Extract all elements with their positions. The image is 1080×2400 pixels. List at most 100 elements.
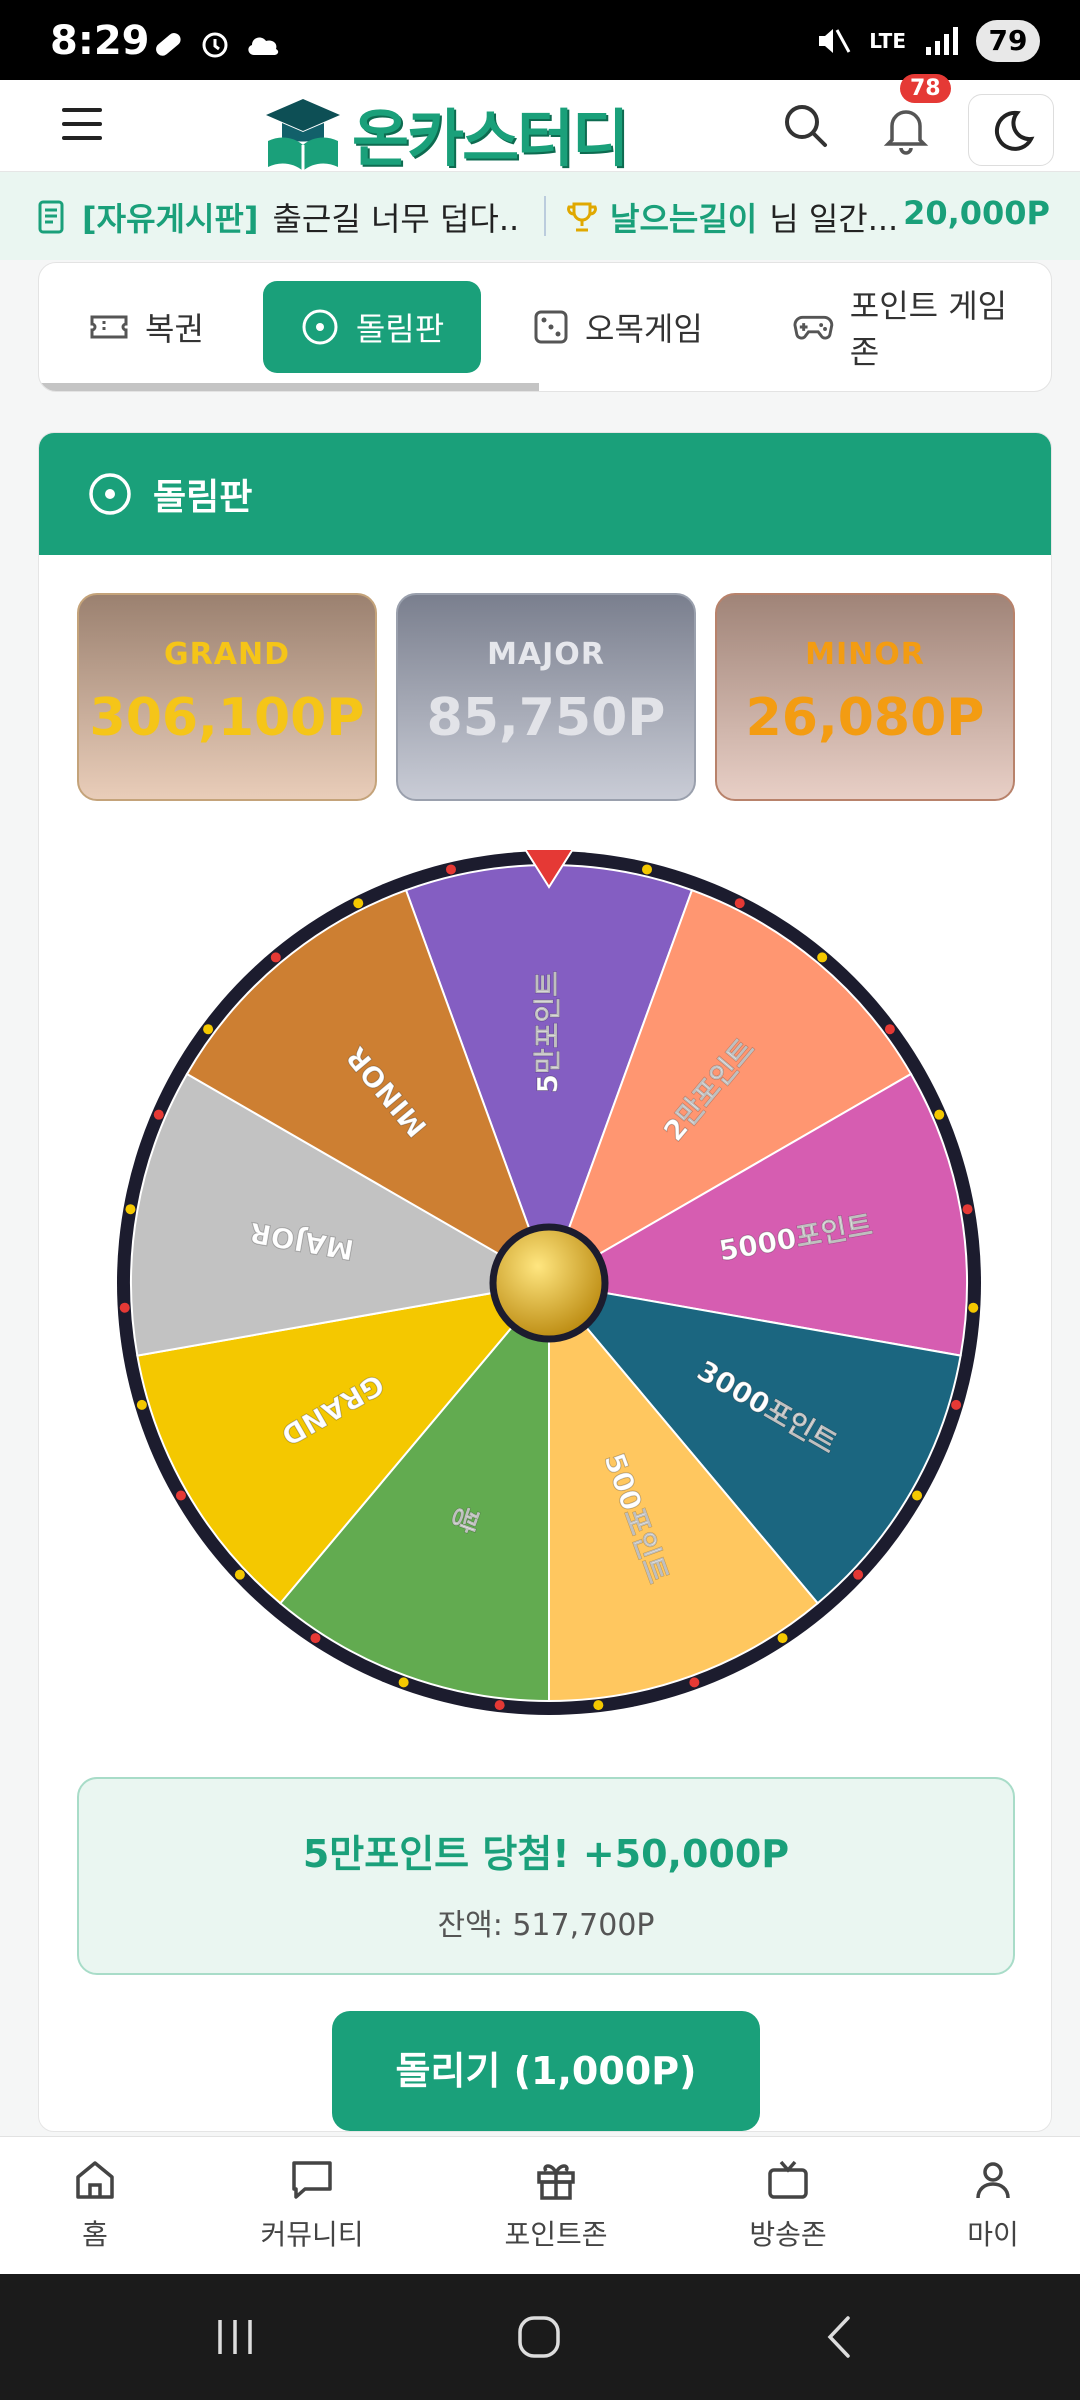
chat-icon — [292, 2161, 332, 2199]
tab-label: 오목게임 — [585, 310, 703, 348]
nav-label: 방송존 — [749, 2218, 827, 2251]
roulette-wheel[interactable]: 5만포인트 2만포인트 5000포인트 3000포인트 500포인트 꽝 GRAND MAJO… — [99, 833, 999, 1733]
wheel-rim-light — [951, 1399, 962, 1410]
wheel-rim-light — [734, 898, 745, 909]
tab-label: 복권 — [145, 310, 204, 348]
cloud-icon — [248, 37, 279, 55]
ticker-winner-suffix: 님 일간... — [769, 200, 899, 238]
nav-label: 커뮤니티 — [260, 2218, 364, 2251]
wheel-rim-light — [125, 1204, 136, 1215]
wheel-rim-light — [689, 1677, 700, 1688]
tab-omok[interactable]: 오목게임 — [513, 281, 723, 373]
wheel-rim-light — [912, 1490, 923, 1501]
user-icon — [976, 2162, 1010, 2199]
wheel-graphic: 5만포인트 2만포인트5000포인트3000포인트500포인트꽝GRANDMAJO… — [117, 848, 981, 1715]
nav-label: 포인트존 — [504, 2218, 608, 2251]
ticker-post-title: 출근길 너무 덥다.. — [272, 200, 520, 238]
wheel-rim-light — [119, 1302, 130, 1313]
status-bar: 8:29 LTE 79 — [0, 0, 1080, 80]
tab-point-gamezone[interactable]: 포인트 게임존 — [773, 281, 1051, 373]
status-left-icons — [150, 26, 284, 62]
ticker-post[interactable]: [자유게시판] 출근길 너무 덥다.. — [36, 194, 519, 240]
alarm-icon — [202, 32, 228, 58]
roulette-card: 돌림판 GRAND 306,100P MAJOR 85,750P MINOR 2… — [38, 432, 1052, 2132]
tv-icon — [768, 2160, 808, 2199]
dark-mode-toggle[interactable] — [968, 94, 1054, 166]
nav-my[interactable]: 마이 — [913, 2157, 1073, 2253]
nav-community[interactable]: 커뮤니티 — [232, 2157, 392, 2253]
wheel-rim-light — [203, 1024, 214, 1035]
wheel-rim-light — [175, 1490, 186, 1501]
battery-level: 79 — [976, 20, 1040, 62]
ticker-winner-name: 날으는길이 — [610, 200, 758, 238]
bell-icon[interactable] — [878, 100, 934, 156]
game-tabs: 복권 돌림판 오목게임 포인트 게임존 — [38, 262, 1052, 392]
status-time: 8:29 — [50, 18, 150, 64]
tab-lottery[interactable]: 복권 — [69, 281, 224, 373]
jackpot-major: MAJOR 85,750P — [396, 593, 696, 801]
roulette-icon — [302, 309, 338, 345]
roulette-header: 돌림판 — [39, 433, 1051, 555]
wheel-rim-light — [884, 1024, 895, 1035]
spin-button[interactable]: 돌리기 (1,000P) — [332, 2011, 760, 2131]
wheel-rim-light — [153, 1109, 164, 1120]
recent-apps-icon[interactable] — [210, 2312, 260, 2362]
signal-icon — [926, 27, 958, 55]
wheel-rim-light — [968, 1302, 979, 1313]
news-ticker[interactable]: [자유게시판] 출근길 너무 덥다.. 날으는길이 님 일간... 20,000… — [0, 172, 1080, 260]
roulette-title: 돌림판 — [153, 477, 253, 518]
nav-label: 홈 — [82, 2218, 108, 2251]
wheel-segment-label: 5만포인트 — [531, 971, 564, 1094]
jackpot-value: 85,750P — [426, 688, 666, 748]
ticket-icon — [90, 315, 128, 339]
ticker-board-name: [자유게시판] — [82, 200, 259, 238]
jackpot-label: MAJOR — [487, 637, 605, 672]
network-type: LTE — [869, 29, 906, 53]
wheel-rim-light — [353, 898, 364, 909]
tabs-scrollbar[interactable] — [39, 383, 539, 391]
menu-icon[interactable] — [62, 108, 102, 144]
wheel-rim-light — [270, 952, 281, 963]
wheel-rim-light — [817, 952, 828, 963]
jackpot-value: 26,080P — [745, 688, 985, 748]
wheel-rim-light — [853, 1569, 864, 1580]
back-icon[interactable] — [816, 2312, 866, 2362]
wheel-rim-light — [962, 1204, 973, 1215]
logo-text: 온카스터디 — [352, 102, 629, 175]
nav-pointzone[interactable]: 포인트존 — [476, 2157, 636, 2253]
jackpot-label: MINOR — [805, 637, 925, 672]
search-icon[interactable] — [780, 100, 832, 152]
wheel-rim-light — [934, 1109, 945, 1120]
wheel-rim-light — [445, 864, 456, 875]
wheel-rim-light — [642, 864, 653, 875]
dice-icon — [534, 310, 568, 344]
wheel-rim-light — [398, 1677, 409, 1688]
notification-badge: 78 — [900, 74, 951, 103]
nav-broadcast[interactable]: 방송존 — [708, 2157, 868, 2253]
home-button-icon[interactable] — [514, 2312, 564, 2362]
tab-roulette[interactable]: 돌림판 — [263, 281, 481, 373]
nav-label: 마이 — [967, 2218, 1019, 2251]
graduation-book-icon — [266, 99, 340, 171]
status-right-icons: LTE 79 — [815, 20, 1040, 62]
gamepad-icon — [793, 315, 834, 340]
jackpot-grand: GRAND 306,100P — [77, 593, 377, 801]
jackpot-label: GRAND — [164, 637, 290, 672]
gift-icon — [537, 2164, 575, 2200]
home-icon — [76, 2161, 114, 2199]
wheel-rim-light — [310, 1633, 321, 1644]
wheel-rim-light — [136, 1399, 147, 1410]
trophy-icon — [567, 202, 597, 232]
ticker-winner[interactable]: 날으는길이 님 일간... — [566, 194, 898, 240]
result-balance: 잔액: 517,700P — [437, 1908, 655, 1943]
nav-home[interactable]: 홈 — [15, 2157, 175, 2253]
site-logo[interactable]: 온카스터디 — [262, 88, 629, 178]
result-title: 5만포인트 당첨! +50,000P — [302, 1832, 790, 1876]
moon-icon — [994, 110, 1035, 151]
system-nav-bar — [0, 2274, 1080, 2400]
pill-icon — [156, 33, 181, 56]
jackpot-value: 306,100P — [89, 688, 365, 748]
jackpot-minor: MINOR 26,080P — [715, 593, 1015, 801]
wheel-hub[interactable] — [489, 1223, 609, 1343]
wheel-rim-light — [593, 1700, 604, 1711]
